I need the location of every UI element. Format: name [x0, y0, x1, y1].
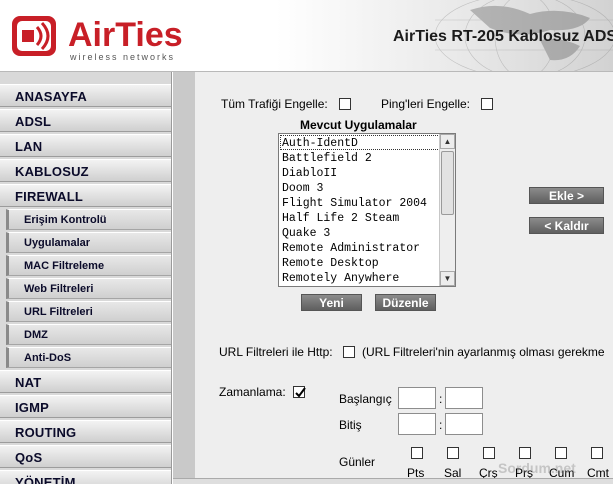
nav-item-anasayfa[interactable]: ANASAYFA [0, 84, 171, 107]
product-title: AirTies RT-205 Kablosuz ADS [393, 28, 613, 45]
nav-item-routing[interactable]: ROUTING [0, 420, 171, 443]
nav-item-igmp[interactable]: IGMP [0, 395, 171, 418]
time-separator: : [439, 392, 443, 406]
app-item[interactable]: Auth-IdentD [282, 136, 358, 151]
scroll-up-arrow-icon[interactable]: ▲ [440, 134, 455, 149]
logo-tagline-text: wireless networks [69, 52, 175, 62]
watermark: Sordum.net [498, 460, 576, 476]
apps-listbox[interactable]: Auth-IdentD Battlefield 2 DiabloII Doom … [278, 133, 456, 287]
scroll-thumb[interactable] [441, 151, 454, 215]
app-item[interactable]: Flight Simulator 2004 [282, 196, 427, 211]
end-minute-input[interactable] [445, 413, 483, 435]
app-item[interactable]: Quake 3 [282, 226, 330, 241]
day-checkbox-cmt[interactable] [591, 447, 603, 459]
start-time-label: Başlangıç [339, 392, 392, 406]
day-checkbox-sal[interactable] [447, 447, 459, 459]
day-checkbox-cum[interactable] [555, 447, 567, 459]
app-item[interactable]: Remote Administrator [282, 241, 420, 256]
horizontal-scrollbar[interactable] [173, 478, 613, 484]
logo-brand-text: AirTies [68, 16, 183, 54]
nav-item-firewall[interactable]: FIREWALL [0, 184, 171, 207]
nav-sub-erisim-kontrolu[interactable]: Erişim Kontrolü [6, 209, 171, 230]
app-item[interactable]: Half Life 2 Steam [282, 211, 399, 226]
time-separator: : [439, 418, 443, 432]
nav-sub-url-filtreleri[interactable]: URL Filtreleri [6, 301, 171, 322]
nav-item-kablosuz[interactable]: KABLOSUZ [0, 159, 171, 182]
end-time-label: Bitiş [339, 418, 362, 432]
sidebar-nav: ANASAYFA ADSL LAN KABLOSUZ FIREWALL Eriş… [0, 72, 172, 484]
remove-button[interactable]: < Kaldır [529, 217, 604, 234]
day-checkbox-pts[interactable] [411, 447, 423, 459]
nav-sub-anti-dos[interactable]: Anti-DoS [6, 347, 171, 368]
checkmark-icon [295, 387, 306, 398]
nav-item-yonetim[interactable]: YÖNETİM [0, 470, 171, 484]
end-hour-input[interactable] [398, 413, 436, 435]
start-minute-input[interactable] [445, 387, 483, 409]
block-ping-checkbox[interactable] [481, 98, 493, 110]
days-label: Günler [339, 455, 376, 469]
url-filter-http-label: URL Filtreleri ile Http: [219, 345, 333, 359]
block-all-traffic-checkbox[interactable] [339, 98, 351, 110]
start-hour-input[interactable] [398, 387, 436, 409]
edit-button[interactable]: Düzenle [375, 294, 436, 311]
block-ping-label: Ping'leri Engelle: [381, 97, 471, 111]
airties-logo: AirTies wireless networks [12, 16, 183, 62]
new-button[interactable]: Yeni [301, 294, 362, 311]
app-item[interactable]: DiabloII [282, 166, 337, 181]
nav-sub-mac-filtreleme[interactable]: MAC Filtreleme [6, 255, 171, 276]
app-item[interactable]: Battlefield 2 [282, 151, 372, 166]
nav-item-qos[interactable]: QoS [0, 445, 171, 468]
schedule-label: Zamanlama: [219, 385, 286, 399]
day-checkbox-prs[interactable] [519, 447, 531, 459]
nav-item-adsl[interactable]: ADSL [0, 109, 171, 132]
apps-scrollbar[interactable]: ▲ ▼ [439, 134, 455, 286]
nav-item-lan[interactable]: LAN [0, 134, 171, 157]
apps-list-title: Mevcut Uygulamalar [300, 118, 417, 132]
app-item[interactable]: Remotely Anywhere [282, 271, 399, 286]
page-header: AirTies wireless networks AirTies RT-205… [0, 0, 613, 72]
nav-sub-dmz[interactable]: DMZ [6, 324, 171, 345]
url-filter-http-checkbox[interactable] [343, 346, 355, 358]
schedule-checkbox[interactable] [293, 386, 306, 398]
scroll-down-arrow-icon[interactable]: ▼ [440, 271, 455, 286]
day-checkbox-crs[interactable] [483, 447, 495, 459]
nav-item-nat[interactable]: NAT [0, 370, 171, 393]
app-item[interactable]: Doom 3 [282, 181, 323, 196]
nav-sub-web-filtreleri[interactable]: Web Filtreleri [6, 278, 171, 299]
block-all-traffic-label: Tüm Trafiği Engelle: [221, 97, 328, 111]
add-button[interactable]: Ekle > [529, 187, 604, 204]
url-filter-note: (URL Filtreleri'nin ayarlanmış olması ge… [362, 345, 605, 359]
nav-sub-uygulamalar[interactable]: Uygulamalar [6, 232, 171, 253]
app-item[interactable]: Remote Desktop [282, 256, 379, 271]
